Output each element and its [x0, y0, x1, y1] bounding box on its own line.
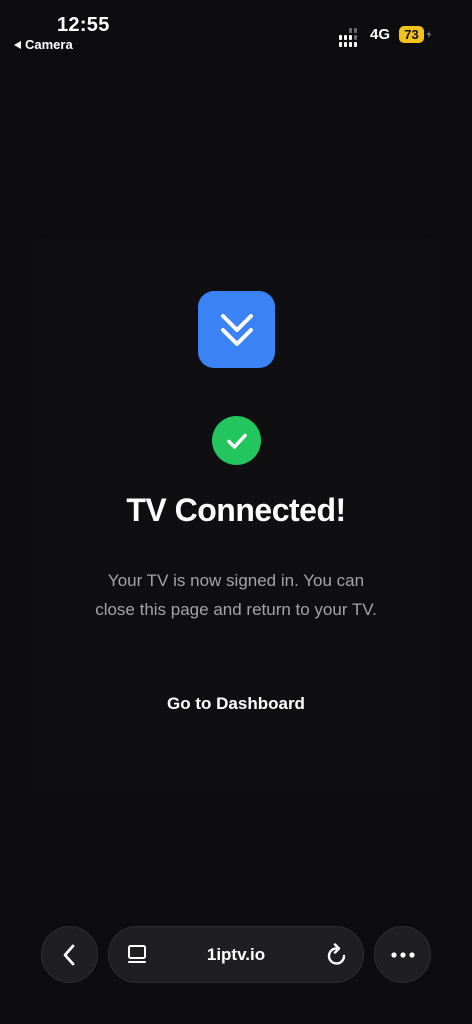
back-to-app[interactable]: Camera	[14, 37, 73, 52]
back-triangle-icon	[14, 40, 21, 49]
more-options-button[interactable]	[374, 926, 431, 983]
checkmark-icon	[226, 433, 247, 449]
url-text[interactable]: 1iptv.io	[109, 927, 363, 982]
app-logo	[198, 291, 275, 368]
back-app-label: Camera	[25, 37, 73, 52]
status-time: 12:55	[57, 14, 110, 36]
more-dots-icon	[390, 951, 415, 958]
success-badge	[212, 416, 261, 465]
double-chevron-down-icon	[220, 313, 253, 346]
reload-icon[interactable]	[326, 943, 348, 967]
browser-back-button[interactable]	[41, 926, 98, 983]
network-type: 4G	[370, 26, 391, 43]
charging-bolt-icon	[426, 31, 432, 38]
chevron-left-icon	[63, 944, 74, 965]
battery-level: 73	[399, 26, 424, 43]
status-message: Your TV is now signed in. You can close …	[95, 571, 377, 619]
page-title: TV Connected!	[126, 492, 346, 528]
status-bar: 12:55 Camera 4G 73	[0, 0, 472, 60]
signal-icon	[339, 28, 357, 47]
address-bar[interactable]: 1iptv.io	[108, 926, 364, 983]
dashboard-link[interactable]: Go to Dashboard	[0, 694, 472, 714]
